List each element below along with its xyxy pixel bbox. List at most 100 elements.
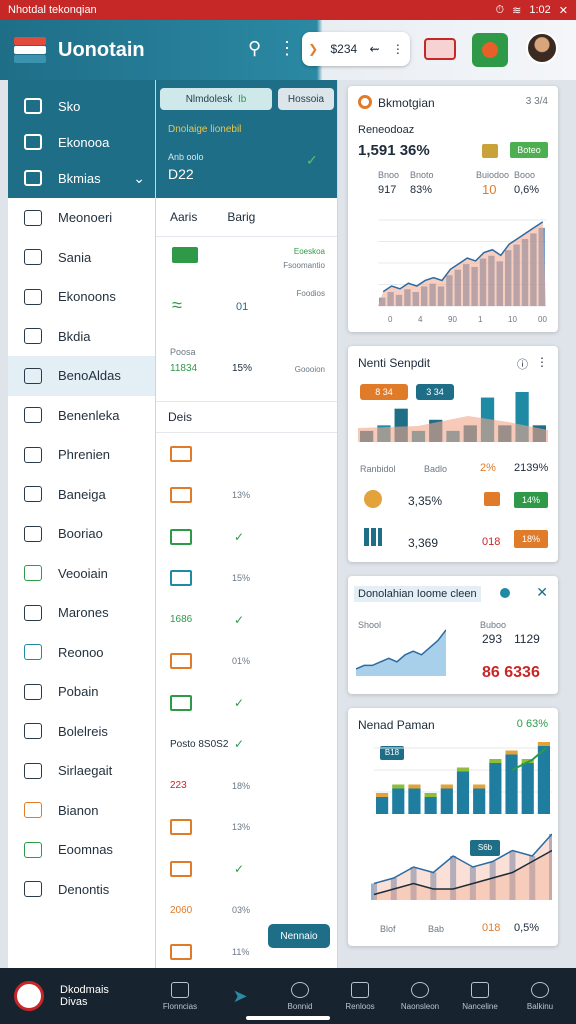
nav-icon (24, 407, 42, 424)
tag-orange[interactable]: 18% (514, 530, 548, 548)
sidebar-item[interactable]: Marones (8, 593, 155, 633)
row-value: 15% (232, 573, 251, 584)
row-value: 3,369 (408, 536, 439, 550)
sidebar-item[interactable]: Bolelreis (8, 712, 155, 752)
table-row[interactable] (156, 433, 337, 475)
tag-blue[interactable]: S6b (470, 840, 500, 856)
sidebar-item-label: Pobain (58, 684, 99, 700)
sidebar-item[interactable]: Meonoeri (8, 198, 155, 238)
card-title: Bkmotgian (378, 96, 435, 110)
notification-button[interactable] (424, 38, 456, 60)
search-icon[interactable]: ⚲ (248, 38, 261, 59)
wifi-icon: ≋ (512, 4, 522, 17)
table-row[interactable]: Posto 8S0S2 ✓ (156, 724, 337, 766)
nav-item-reports[interactable]: Renloos (330, 981, 390, 1011)
tick-label: 00 (538, 315, 547, 324)
sidebar-item-sko[interactable]: Sko (8, 88, 155, 124)
sidebar-item[interactable]: Ekonoons (8, 277, 155, 317)
nav-icon (24, 881, 42, 898)
sidebar-item-ekonooa[interactable]: Ekonooa (8, 124, 155, 160)
grid-icon (24, 98, 42, 114)
table-row[interactable]: 15% (156, 558, 337, 600)
table-row[interactable]: ✓ (156, 682, 337, 724)
sidebar-item[interactable]: Eoomnas (8, 830, 155, 870)
big-value: 86 6336 (482, 664, 540, 681)
sidebar-item-label: Bolelreis (58, 723, 108, 739)
sidebar-item[interactable]: Veooiain (8, 554, 155, 594)
nav-icon (24, 841, 42, 858)
app-bar: Uonotain ⚲ ⋮ ❯ $234 ⇜ ⋮ (0, 20, 576, 80)
status-button[interactable] (472, 33, 508, 67)
profile-button[interactable]: Dkodmais Divas (0, 981, 150, 1011)
nav-item-send[interactable]: ➤ (210, 986, 270, 1007)
tag-green[interactable]: 14% (514, 492, 548, 508)
sidebar-item[interactable]: Benenleka (8, 396, 155, 436)
sidebar-item-bkmias[interactable]: Bkmias ⌄ (8, 160, 155, 196)
green-tag[interactable]: Boteo (510, 142, 548, 158)
more-icon[interactable]: ⋮ (278, 38, 296, 59)
sidebar-item[interactable]: Bianon (8, 791, 155, 831)
sidebar-item[interactable]: Baneiga (8, 475, 155, 515)
sidebar-item[interactable]: Bkdia (8, 317, 155, 357)
sidebar-item-label: Bkmias (58, 170, 101, 186)
tab-history[interactable]: Hossoia (278, 88, 334, 110)
close-icon[interactable]: ✕ (536, 584, 548, 601)
list-item[interactable]: Poosa 11834 15% Goooion (156, 341, 337, 401)
nav-item-search[interactable]: Bonnid (270, 981, 330, 1011)
sidebar-item[interactable]: Pobain (8, 672, 155, 712)
account-label: Dnolaige lionebil (168, 124, 242, 135)
nav-icon (24, 802, 42, 819)
stat-value: 0,6% (514, 184, 540, 196)
close-icon[interactable]: ✕ (559, 4, 568, 17)
footer-label: Blof (380, 924, 396, 934)
nav-icon (24, 249, 42, 266)
nav-item-wallet[interactable]: Flonncias (150, 981, 210, 1011)
avatar[interactable] (526, 32, 558, 64)
nav-item-settings[interactable]: Balkinu (510, 981, 570, 1011)
list-item[interactable]: ≈ 01 Foodios (156, 289, 337, 341)
stat-label: Bnoo (378, 170, 400, 180)
sidebar-item-label: Baneiga (58, 486, 106, 502)
list-item[interactable]: Eoeskoa Fsoomantio (156, 237, 337, 289)
card-title: Nenad Paman (358, 718, 435, 732)
row-value: 11834 (170, 363, 198, 374)
table-row[interactable]: 13% (156, 807, 337, 849)
sidebar-item[interactable]: Phrenien (8, 435, 155, 475)
sidebar-item[interactable]: Reonoo (8, 633, 155, 673)
footer-label: 0,5% (514, 922, 540, 934)
bar-cap (376, 793, 389, 797)
tab-overview[interactable]: Nlmdolesk Ib (160, 88, 272, 110)
nav-icon (24, 644, 42, 661)
table-row[interactable]: 223 18% (156, 765, 337, 807)
table-row[interactable]: ✓ (156, 848, 337, 890)
sidebar-item[interactable]: Sania (8, 238, 155, 278)
table-row[interactable]: 13% (156, 475, 337, 517)
item-icon (170, 819, 192, 836)
table-row[interactable]: 1686 ✓ (156, 599, 337, 641)
table-row[interactable]: ✓ (156, 516, 337, 558)
tab-suffix: Ib (237, 93, 247, 105)
nav-item-cards[interactable]: Nanceline (450, 981, 510, 1011)
sidebar-item[interactable]: BenoAldas (8, 356, 155, 396)
market-bar-chart (374, 742, 552, 814)
card-badge: 3 3/4 (525, 96, 548, 107)
table-row[interactable]: 01% (156, 641, 337, 683)
sidebar-item-label: Ekonooa (58, 134, 110, 150)
sidebar-item-label: Meonoeri (58, 210, 113, 226)
item-icon (170, 487, 192, 504)
income-chart (356, 629, 446, 676)
more-vert-icon[interactable]: ⋮ (536, 355, 548, 369)
app-title: Uonotain (58, 38, 145, 61)
row-value: 018 (482, 536, 501, 548)
primary-button[interactable]: Nennaio (268, 924, 330, 948)
balance-pill[interactable]: ❯ $234 ⇜ ⋮ (302, 32, 410, 66)
sidebar: Sko Ekonooa Bkmias ⌄ Meonoeri Sania Ekonoo… (8, 80, 156, 968)
bar (505, 754, 518, 814)
sidebar-item[interactable]: Sirlaegait (8, 751, 155, 791)
sidebar-item[interactable]: Booriao (8, 514, 155, 554)
row-label: Eoeskoa (293, 247, 325, 256)
row-value: 18% (232, 780, 251, 791)
wallet-icon (171, 981, 189, 998)
sidebar-item[interactable]: Denontis (8, 870, 155, 910)
nav-item-history[interactable]: Naonsleon (390, 981, 450, 1011)
